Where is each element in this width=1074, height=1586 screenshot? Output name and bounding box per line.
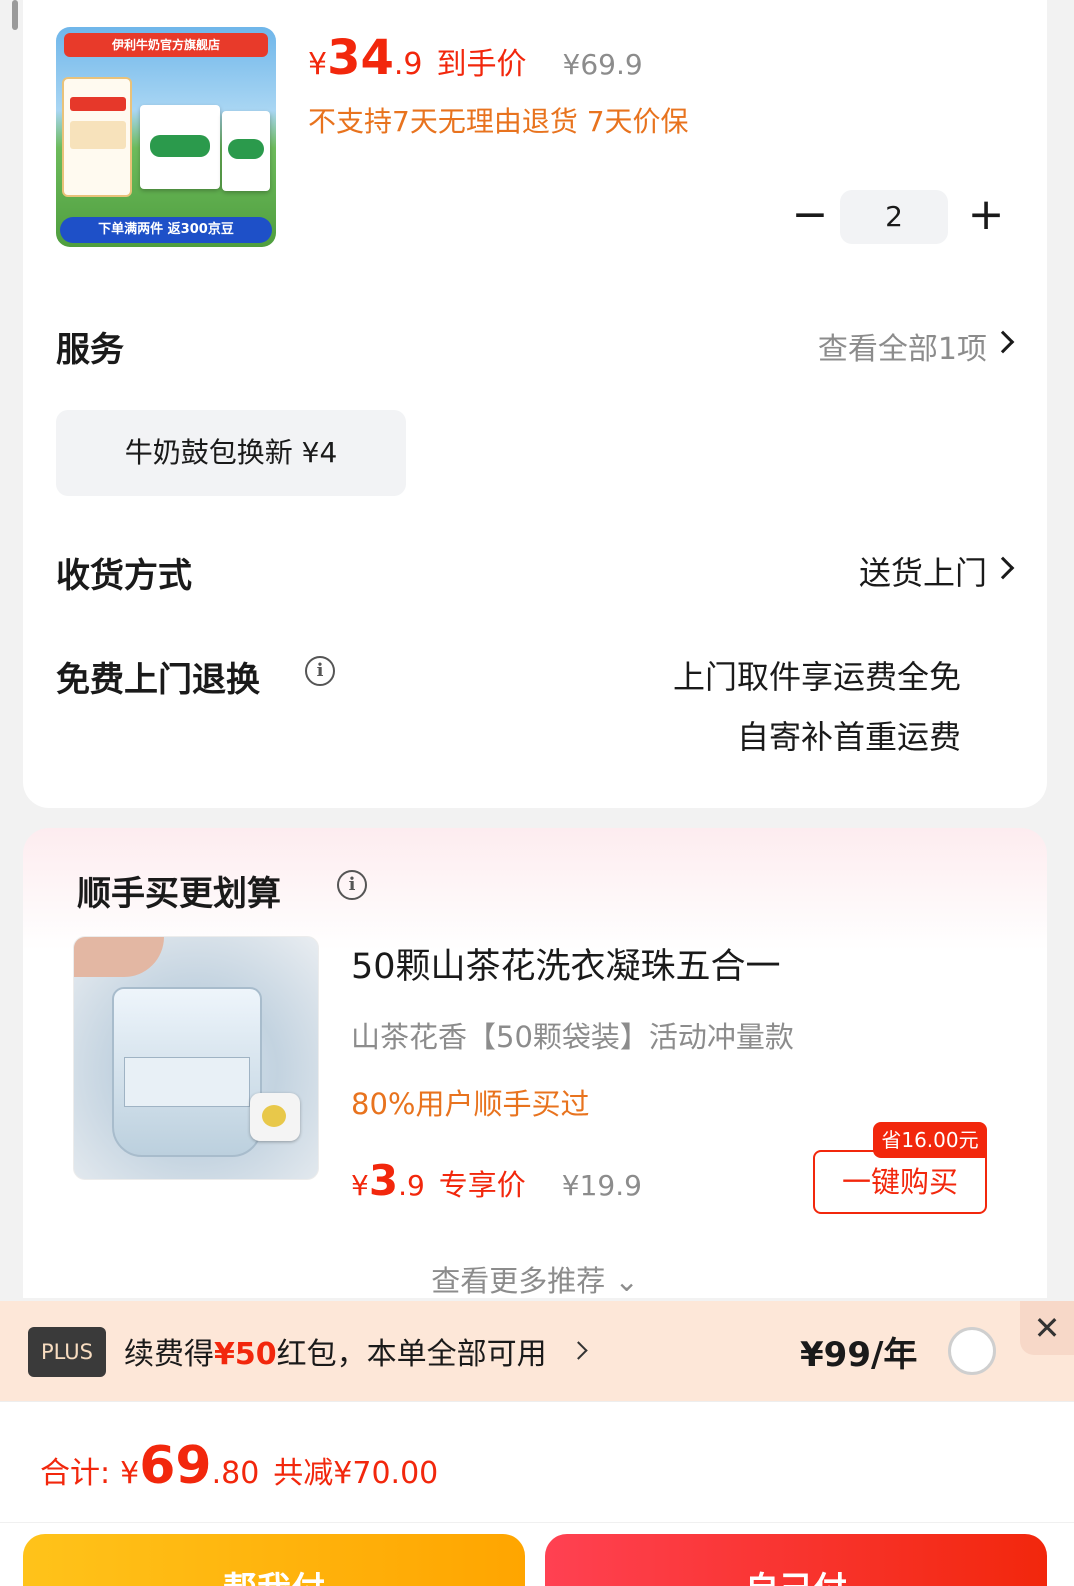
price-decimal: .9 bbox=[393, 47, 423, 82]
plus-offer-text[interactable]: 续费得¥50红包，本单全部可用 bbox=[124, 1329, 547, 1373]
scroll-indicator[interactable] bbox=[12, 0, 18, 30]
plus-text-suffix: 红包，本单全部可用 bbox=[276, 1337, 547, 1372]
total-saved[interactable]: 共减¥70.00 bbox=[273, 1448, 438, 1492]
image-coupon-graphic bbox=[62, 77, 132, 197]
image-milk-box bbox=[140, 105, 220, 189]
plus-text-prefix: 续费得 bbox=[124, 1337, 214, 1372]
recommend-product-image[interactable] bbox=[73, 936, 319, 1180]
chevron-right-icon[interactable] bbox=[569, 1341, 588, 1360]
price-tag: 到手价 bbox=[436, 47, 527, 82]
info-icon[interactable]: i bbox=[305, 656, 335, 686]
free-return-self-send-text: 自寄补首重运费 bbox=[736, 718, 961, 756]
image-promo-banner: 下单满两件 返300京豆 bbox=[60, 217, 272, 243]
self-pay-button[interactable]: 自己付 bbox=[545, 1534, 1047, 1586]
total-integer: 69 bbox=[139, 1436, 212, 1496]
help-pay-button[interactable]: 帮我付 bbox=[23, 1534, 525, 1586]
plus-badge: PLUS bbox=[28, 1327, 106, 1377]
price-symbol: ¥ bbox=[351, 1169, 369, 1202]
delivery-method-label: 收货方式 bbox=[56, 556, 192, 596]
chevron-right-icon[interactable] bbox=[991, 330, 1015, 354]
product-card: 伊利牛奶官方旗舰店 下单满两件 返300京豆 ¥ 34 .9 到手价 ¥69.9… bbox=[23, 0, 1047, 808]
product-image[interactable]: 伊利牛奶官方旗舰店 下单满两件 返300京豆 bbox=[56, 27, 276, 247]
original-price: ¥19.9 bbox=[561, 1169, 642, 1202]
view-more-recommendations[interactable]: 查看更多推荐 ⌄ bbox=[23, 1258, 1047, 1300]
total-label: 合计: bbox=[40, 1456, 111, 1491]
recommend-product-spec: 山茶花香【50颗袋装】活动冲量款 bbox=[351, 1020, 794, 1054]
product-price: ¥ 34 .9 到手价 ¥69.9 bbox=[308, 30, 643, 90]
original-price: ¥69.9 bbox=[562, 48, 643, 81]
image-laundry-pod bbox=[250, 1093, 300, 1141]
quantity-stepper: − 2 + bbox=[783, 190, 1013, 244]
divider bbox=[0, 1522, 1074, 1523]
increase-quantity-button[interactable]: + bbox=[959, 190, 1013, 244]
decrease-quantity-button[interactable]: − bbox=[783, 190, 837, 244]
service-option-chip[interactable]: 牛奶鼓包换新 ¥4 bbox=[56, 410, 406, 496]
recommend-product-name[interactable]: 50颗山茶花洗衣凝珠五合一 bbox=[351, 938, 781, 989]
plus-text-highlight: ¥50 bbox=[214, 1337, 277, 1372]
info-icon[interactable]: i bbox=[337, 870, 367, 900]
checkout-bar: 合计: ¥ 69 .80 共减¥70.00 帮我付 自己付 bbox=[0, 1401, 1074, 1586]
plus-membership-bar: PLUS 续费得¥50红包，本单全部可用 ¥99/年 ✕ bbox=[0, 1301, 1074, 1401]
close-icon[interactable]: ✕ bbox=[1020, 1301, 1074, 1355]
image-hand bbox=[74, 937, 164, 977]
image-milk-box bbox=[222, 111, 270, 191]
plus-select-radio[interactable] bbox=[948, 1327, 996, 1375]
price-integer: 3 bbox=[368, 1156, 399, 1205]
free-return-label: 免费上门退换 bbox=[56, 660, 260, 700]
one-click-buy-button[interactable]: 一键购买 bbox=[813, 1150, 987, 1214]
recommend-price: ¥ 3 .9 专享价 ¥19.9 bbox=[351, 1156, 642, 1205]
plus-price: ¥99/年 bbox=[800, 1335, 918, 1375]
order-total: 合计: ¥ 69 .80 共减¥70.00 bbox=[40, 1436, 438, 1496]
recommend-bought-rate: 80%用户顺手买过 bbox=[351, 1087, 590, 1121]
quantity-input[interactable]: 2 bbox=[840, 190, 948, 244]
free-return-pickup-text: 上门取件享运费全免 bbox=[672, 658, 961, 696]
service-label: 服务 bbox=[56, 330, 124, 370]
price-symbol: ¥ bbox=[308, 47, 328, 82]
save-amount-badge: 省16.00元 bbox=[873, 1122, 987, 1158]
chevron-right-icon[interactable] bbox=[991, 556, 1015, 580]
price-tag: 专享价 bbox=[438, 1168, 526, 1202]
total-decimal: .80 bbox=[211, 1456, 260, 1491]
image-store-banner: 伊利牛奶官方旗舰店 bbox=[64, 33, 268, 57]
price-integer: 34 bbox=[327, 30, 394, 86]
return-policy: 不支持7天无理由退货 7天价保 bbox=[308, 105, 689, 138]
service-view-all[interactable]: 查看全部1项 bbox=[818, 324, 987, 368]
recommend-title: 顺手买更划算 bbox=[77, 874, 281, 914]
recommend-card: 顺手买更划算 i 50颗山茶花洗衣凝珠五合一 山茶花香【50颗袋装】活动冲量款 … bbox=[23, 828, 1047, 1298]
total-symbol: ¥ bbox=[120, 1456, 140, 1491]
delivery-method-value[interactable]: 送货上门 bbox=[859, 548, 987, 594]
image-bucket-label bbox=[124, 1057, 250, 1107]
price-decimal: .9 bbox=[398, 1169, 425, 1202]
